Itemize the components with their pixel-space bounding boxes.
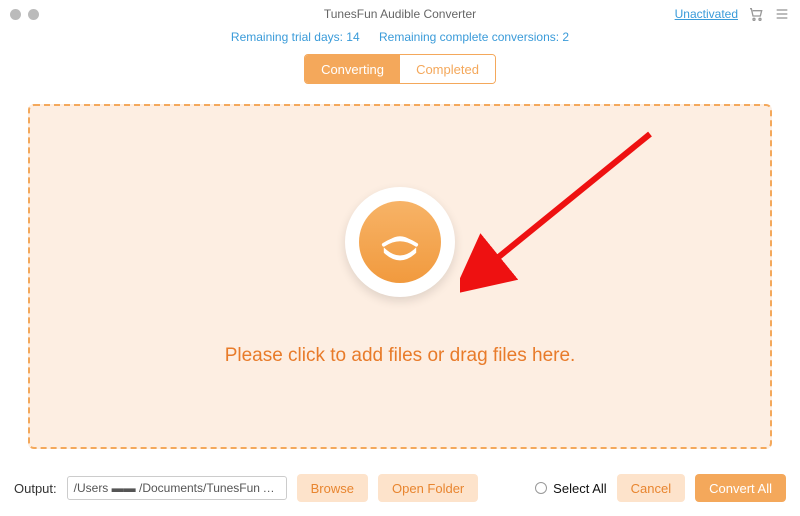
trial-conversions: Remaining complete conversions: 2 bbox=[379, 30, 569, 44]
header-right: Unactivated bbox=[675, 6, 790, 22]
output-label: Output: bbox=[14, 481, 57, 496]
select-all-toggle[interactable]: Select All bbox=[535, 481, 606, 496]
tab-bar: Converting Completed bbox=[0, 54, 800, 84]
window-controls bbox=[10, 9, 39, 20]
cancel-button[interactable]: Cancel bbox=[617, 474, 685, 502]
audible-icon bbox=[359, 201, 441, 283]
dropzone[interactable]: Please click to add files or drag files … bbox=[28, 104, 772, 449]
output-path-field[interactable]: /Users ▬▬ /Documents/TunesFun Audibl... bbox=[67, 476, 287, 500]
unactivated-link[interactable]: Unactivated bbox=[675, 7, 738, 21]
menu-icon[interactable] bbox=[774, 6, 790, 22]
trial-info: Remaining trial days: 14 Remaining compl… bbox=[0, 30, 800, 44]
audible-logo-circle bbox=[345, 187, 455, 297]
titlebar: TunesFun Audible Converter Unactivated bbox=[0, 0, 800, 28]
browse-button[interactable]: Browse bbox=[297, 474, 368, 502]
select-all-radio-icon bbox=[535, 482, 547, 494]
tab-completed[interactable]: Completed bbox=[400, 55, 495, 83]
select-all-label: Select All bbox=[553, 481, 606, 496]
tab-converting[interactable]: Converting bbox=[305, 55, 400, 83]
cart-icon[interactable] bbox=[748, 6, 764, 22]
trial-days: Remaining trial days: 14 bbox=[231, 30, 360, 44]
minimize-window-icon[interactable] bbox=[28, 9, 39, 20]
annotation-arrow-icon bbox=[460, 124, 660, 294]
close-window-icon[interactable] bbox=[10, 9, 21, 20]
dropzone-hint: Please click to add files or drag files … bbox=[225, 345, 576, 367]
convert-all-button[interactable]: Convert All bbox=[695, 474, 786, 502]
open-folder-button[interactable]: Open Folder bbox=[378, 474, 478, 502]
footer-bar: Output: /Users ▬▬ /Documents/TunesFun Au… bbox=[0, 460, 800, 516]
